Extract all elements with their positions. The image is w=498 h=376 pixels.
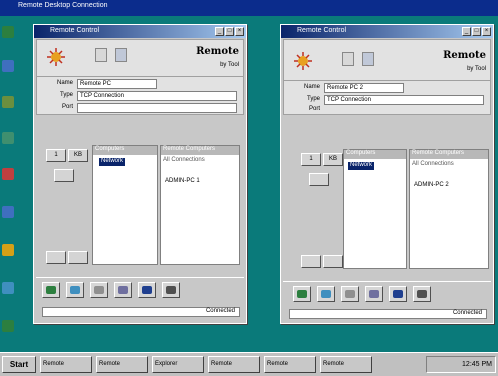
right-window-title: Remote Control [297,27,347,34]
sun-logo-icon [294,52,312,70]
header-divider [284,80,490,81]
right-tool-globe[interactable] [317,286,335,302]
left-tool-back[interactable] [42,282,60,298]
right-list-item[interactable]: ADMIN-PC 2 [414,182,449,188]
right-tool-options[interactable] [413,286,431,302]
left-tool-chart[interactable] [114,282,132,298]
right-minimize-button[interactable]: _ [462,27,471,36]
left-close-button[interactable]: × [235,27,244,36]
right-side-button-2[interactable]: KB [323,153,343,166]
right-tool-edit[interactable] [341,286,359,302]
taskbar-item-5[interactable]: Remote [264,356,316,373]
right-product-title: Remote [443,50,486,61]
right-tree-selected-node[interactable]: Network [348,162,375,170]
desktop-icon-1[interactable] [2,26,14,38]
taskbar: Start Remote Remote Explorer Remote Remo… [0,352,498,376]
right-tool-screen[interactable] [389,286,407,302]
start-button[interactable]: Start [2,356,36,373]
left-list-panel[interactable]: Remote Computers All Connections ADMIN-P… [160,145,240,265]
type-label: Type [59,92,73,98]
right-tree-header: Computers [344,150,406,159]
left-maximize-button[interactable]: □ [225,27,234,36]
name-field[interactable]: Remote PC 2 [324,83,404,93]
left-side-button-2[interactable]: KB [68,149,88,162]
system-tray-clock[interactable]: 12:45 PM [426,356,496,373]
taskbar-item-3[interactable]: Explorer [152,356,204,373]
right-list-header: Remote Computers [410,150,488,159]
name-field[interactable]: Remote PC [77,79,157,89]
name-label: Name [303,84,320,90]
monitor-icon[interactable] [115,48,127,62]
desktop-icon-7[interactable] [2,244,14,256]
left-side-button-3[interactable] [54,169,74,182]
left-list-header: Remote Computers [161,146,239,155]
left-tool-globe[interactable] [66,282,84,298]
name-label: Name [56,80,73,86]
left-side-button-1[interactable]: 1 [46,149,66,162]
right-tool-chart[interactable] [365,286,383,302]
type-field[interactable]: TCP Connection [77,91,237,101]
background-window-title: Remote Desktop Connection [18,2,108,9]
right-tool-back[interactable] [293,286,311,302]
header-divider [37,76,243,77]
right-byline: by Tool [467,66,486,72]
desktop-icon-4[interactable] [2,132,14,144]
type-field[interactable]: TCP Connection [324,95,484,105]
right-list-subheader: All Connections [412,161,454,167]
desktop-icon-9[interactable] [2,320,14,332]
right-list-panel[interactable]: Remote Computers All Connections ADMIN-P… [409,149,489,269]
left-list-item[interactable]: ADMIN-PC 1 [165,178,200,184]
right-tree-panel[interactable]: Computers Network [343,149,407,269]
right-bottom-button-1[interactable] [301,255,321,268]
right-status-bar: Connected [289,309,487,319]
left-tree-selected-node[interactable]: Network [99,158,126,166]
taskbar-item-4[interactable]: Remote [208,356,260,373]
taskbar-item-1[interactable]: Remote [40,356,92,373]
right-side-button-1[interactable]: 1 [301,153,321,166]
left-window-title: Remote Control [50,27,100,34]
left-bottom-button-1[interactable] [46,251,66,264]
right-close-button[interactable]: × [482,27,491,36]
desktop-icon-3[interactable] [2,96,14,108]
left-minimize-button[interactable]: _ [215,27,224,36]
left-tool-screen[interactable] [138,282,156,298]
right-app-window[interactable]: Remote Control _ □ × Remote by Tool Name… [280,24,494,324]
taskbar-item-6[interactable]: Remote [320,356,372,373]
left-app-window[interactable]: Remote Control _ □ × Remote by Tool Name… [33,24,247,324]
background-window-titlebar[interactable]: Remote Desktop Connection [0,0,498,16]
left-tool-edit[interactable] [90,282,108,298]
left-tool-options[interactable] [162,282,180,298]
right-header: Remote by Tool Name Remote PC 2 Type TCP… [283,39,491,115]
left-bottom-button-2[interactable] [68,251,88,264]
right-side-button-3[interactable] [309,173,329,186]
desktop-icon-6[interactable] [2,206,14,218]
port-field[interactable] [77,103,237,113]
port-label: Port [61,104,73,110]
taskbar-item-2[interactable]: Remote [96,356,148,373]
left-tree-header: Computers [93,146,157,155]
left-list-subheader: All Connections [163,157,205,163]
desktop-icon-5[interactable] [2,168,14,180]
right-bottom-button-2[interactable] [323,255,343,268]
left-tree-panel[interactable]: Computers Network [92,145,158,265]
port-label: Port [308,106,320,112]
type-label: Type [306,96,320,102]
document-icon[interactable] [95,48,107,62]
left-byline: by Tool [220,62,239,68]
left-product-title: Remote [196,46,239,57]
left-toolbar [36,277,244,303]
desktop-icon-8[interactable] [2,282,14,294]
document-icon[interactable] [342,52,354,66]
right-toolbar [283,281,491,305]
sun-logo-icon [47,48,65,66]
right-maximize-button[interactable]: □ [472,27,481,36]
left-status-bar: Connected [42,307,240,317]
desktop-icon-2[interactable] [2,60,14,72]
left-header: Remote by Tool Name Remote PC Type TCP C… [36,39,244,115]
monitor-icon[interactable] [362,52,374,66]
